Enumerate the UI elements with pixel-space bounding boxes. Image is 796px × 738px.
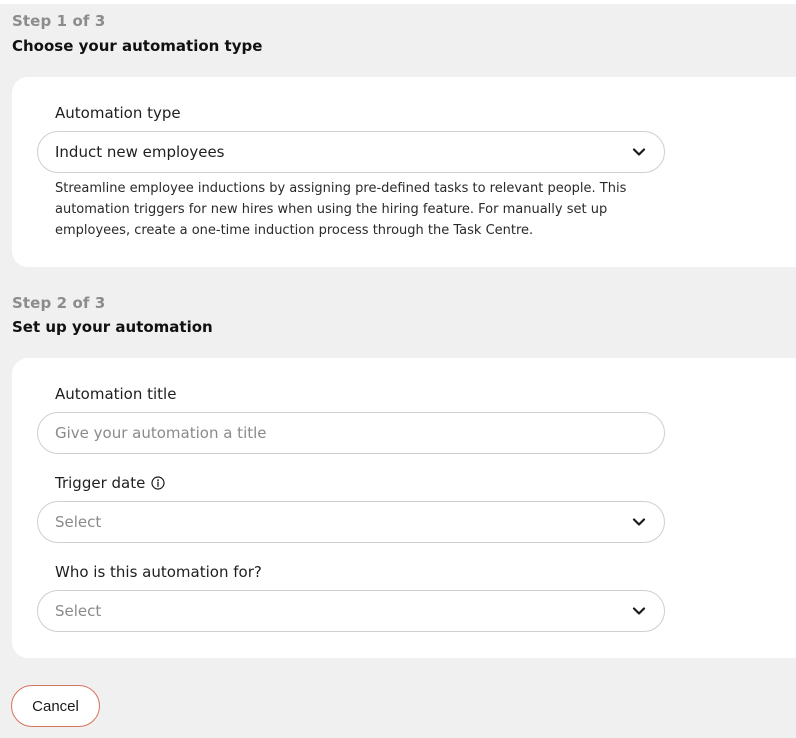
automation-setup-card: Automation title Trigger date Select Who… xyxy=(12,358,796,658)
trigger-date-placeholder: Select xyxy=(55,513,102,531)
automation-type-label-text: Automation type xyxy=(55,104,181,122)
audience-label: Who is this automation for? xyxy=(55,563,262,581)
chevron-down-icon xyxy=(632,518,646,526)
audience-placeholder: Select xyxy=(55,602,102,620)
automation-title-field[interactable] xyxy=(37,412,665,454)
automation-type-label: Automation type xyxy=(55,104,181,122)
info-icon[interactable] xyxy=(151,476,165,490)
automation-setup-page: Step 1 of 3 Choose your automation type … xyxy=(0,0,796,738)
automation-type-selected-value: Induct new employees xyxy=(55,143,225,161)
step-2-label: Step 2 of 3 xyxy=(12,294,106,312)
chevron-down-icon xyxy=(632,607,646,615)
automation-type-card: Automation type Induct new employees Str… xyxy=(12,77,796,267)
automation-type-description: Streamline employee inductions by assign… xyxy=(55,181,627,238)
trigger-date-label: Trigger date xyxy=(55,474,165,492)
trigger-date-label-text: Trigger date xyxy=(55,474,146,492)
automation-title-label-text: Automation title xyxy=(55,385,177,403)
trigger-date-select[interactable]: Select xyxy=(37,501,665,543)
step-1-label: Step 1 of 3 xyxy=(12,12,106,30)
top-edge xyxy=(0,0,796,4)
audience-label-text: Who is this automation for? xyxy=(55,563,262,581)
automation-type-select[interactable]: Induct new employees xyxy=(37,131,665,173)
cancel-button[interactable]: Cancel xyxy=(11,685,100,727)
audience-select[interactable]: Select xyxy=(37,590,665,632)
automation-title-input[interactable] xyxy=(55,424,646,442)
step-1-title: Choose your automation type xyxy=(12,37,263,55)
automation-title-label: Automation title xyxy=(55,385,176,403)
chevron-down-icon xyxy=(632,148,646,156)
step-2-title: Set up your automation xyxy=(12,318,213,336)
